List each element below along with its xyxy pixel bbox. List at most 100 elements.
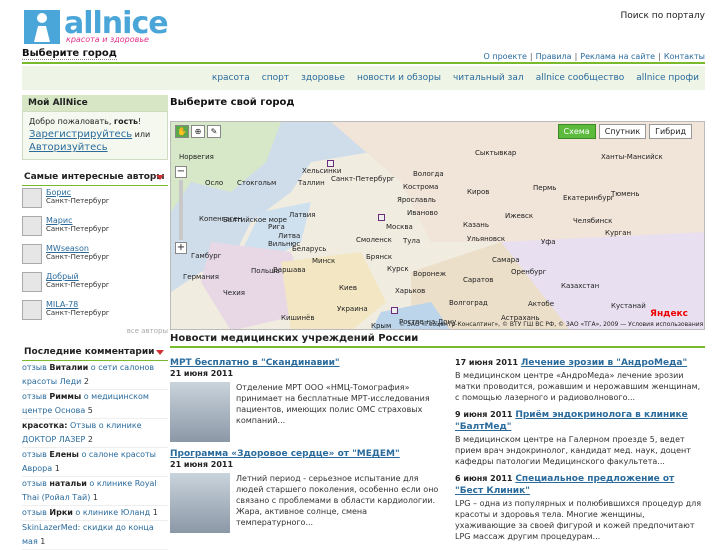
nav-sport[interactable]: спорт: [256, 73, 295, 83]
all-authors-link[interactable]: все авторы: [22, 327, 168, 335]
map-label: Иваново: [407, 209, 438, 217]
link-contacts[interactable]: Контакты: [664, 52, 705, 61]
map-label: Тюмень: [611, 190, 640, 198]
comment-kind: SkinLazerMed:: [22, 523, 81, 532]
authors-section-title[interactable]: Самые интересные авторы: [22, 172, 168, 186]
map-label: Саратов: [463, 276, 494, 284]
logo-tagline: красота и здоровье: [66, 35, 149, 44]
allnice-logo[interactable]: allnice красота и здоровье: [22, 6, 172, 46]
map-label: Киев: [339, 284, 357, 292]
comments-section-title[interactable]: Последние комментарии: [22, 347, 168, 361]
author-name[interactable]: Добрый: [46, 272, 110, 281]
city-selector[interactable]: Выберите город: [22, 48, 117, 60]
login-link[interactable]: Авторизуйтесь: [29, 142, 108, 153]
comment-item[interactable]: отзыв натальи о клинике Royal Thai (Ройал…: [22, 477, 168, 506]
news-item: 9 июня 2011 Приём эндокринолога в клиник…: [455, 409, 705, 467]
comment-subject-2[interactable]: Аврора: [22, 464, 52, 473]
nav-beauty[interactable]: красота: [206, 73, 256, 83]
mode-scheme-button[interactable]: Схема: [557, 124, 596, 139]
author-name[interactable]: Борис: [46, 188, 110, 197]
link-about[interactable]: О проекте: [484, 52, 527, 61]
link-rules[interactable]: Правила: [536, 52, 572, 61]
comment-count: 1: [152, 508, 158, 517]
top-links: О проекте | Правила | Реклама на сайте | Конта…: [483, 52, 705, 61]
collapse-arrow-icon[interactable]: [156, 175, 164, 180]
logo-figure-icon: [24, 10, 60, 44]
comment-item[interactable]: SkinLazerMed: скидки до конца мая 1: [22, 521, 168, 550]
news-image[interactable]: [170, 382, 230, 442]
map-label: Ярославль: [397, 196, 436, 204]
author-item[interactable]: Марис Санкт-Петербург: [22, 216, 168, 242]
author-name[interactable]: Марис: [46, 216, 110, 225]
news-text: В медицинском центре на Галерном проезде…: [455, 435, 691, 466]
comment-subject[interactable]: о салоне красоты: [81, 450, 156, 459]
comment-subject-2[interactable]: красоты Леди: [22, 377, 81, 386]
author-name[interactable]: MILA-78: [46, 300, 110, 309]
news-item: 17 июня 2011 Лечение эрозии в "АндроМеда…: [455, 357, 705, 403]
zoom-slider[interactable]: [179, 180, 183, 240]
news-image[interactable]: [170, 473, 230, 533]
comment-item[interactable]: отзыв Риммы о медицинском центре Основа 5: [22, 390, 168, 419]
comment-subject-2[interactable]: центре Основа: [22, 406, 85, 415]
comment-item[interactable]: отзыв Ирки о клинике Юланд 1: [22, 506, 168, 521]
comment-subject[interactable]: о клинике Royal: [89, 479, 156, 488]
mode-satellite-button[interactable]: Спутник: [598, 124, 647, 139]
nav-pro[interactable]: allnice профи: [630, 73, 705, 83]
comment-item[interactable]: отзыв Елены о салоне красоты Аврора 1: [22, 448, 168, 477]
author-item[interactable]: MILA-78 Санкт-Петербург: [22, 300, 168, 326]
author-name[interactable]: MWseason: [46, 244, 110, 253]
news-column-left: МРТ бесплатно в "Скандинавии" 21 июня 20…: [170, 357, 440, 539]
map-label: Тула: [403, 237, 421, 245]
comment-subject-2[interactable]: ДОКТОР ЛАЗЕР: [22, 435, 85, 444]
map-label: Пермь: [533, 184, 557, 192]
zoom-in-button[interactable]: +: [175, 242, 187, 254]
hand-tool-icon[interactable]: ✋: [175, 125, 189, 138]
map-label: Варшава: [273, 266, 306, 274]
map-label: Германия: [183, 273, 219, 281]
author-city: Санкт-Петербург: [46, 225, 110, 233]
city-marker-icon[interactable]: [378, 214, 385, 221]
link-ads[interactable]: Реклама на сайте: [580, 52, 655, 61]
comment-count: 1: [54, 464, 60, 473]
author-city: Санкт-Петербург: [46, 253, 110, 261]
collapse-arrow-icon[interactable]: [156, 350, 164, 355]
author-item[interactable]: MWseason Санкт-Петербург: [22, 244, 168, 270]
map-label: Уфа: [541, 238, 556, 246]
city-map[interactable]: ✋ ⊕ ✎ Схема Спутник Гибрид − + Норвегия …: [170, 121, 705, 330]
news-title-link[interactable]: МРТ бесплатно в "Скандинавии": [170, 357, 440, 369]
comment-subject[interactable]: о сети салонов: [91, 363, 154, 372]
comment-item[interactable]: красотка: Отзыв о клинике ДОКТОР ЛАЗЕР 2: [22, 419, 168, 448]
ruler-icon[interactable]: ✎: [207, 125, 221, 138]
nav-community[interactable]: allnice сообщество: [530, 73, 631, 83]
map-label: Кустанай: [611, 302, 646, 310]
nav-reading[interactable]: читальный зал: [447, 73, 530, 83]
zoom-area-icon[interactable]: ⊕: [191, 125, 205, 138]
nav-news[interactable]: новости и обзоры: [351, 73, 447, 83]
comment-subject[interactable]: о медицинском: [84, 392, 149, 401]
news-title-link[interactable]: Программа «Здоровое сердце» от "МЕДЕМ": [170, 448, 440, 460]
comment-item[interactable]: отзыв Виталии о сети салонов красоты Леди…: [22, 361, 168, 390]
comment-subject-2[interactable]: Thai (Ройал Тай): [22, 493, 90, 502]
mode-hybrid-button[interactable]: Гибрид: [649, 124, 692, 139]
map-label: Казахстан: [561, 282, 600, 290]
comment-subject[interactable]: о клинике Юланд: [75, 508, 150, 517]
news-title-link[interactable]: Лечение эрозии в "АндроМеда": [521, 358, 687, 368]
register-link[interactable]: Зарегистрируйтесь: [29, 129, 132, 140]
nav-health[interactable]: здоровье: [295, 73, 351, 83]
comment-subject[interactable]: Отзыв о клинике: [70, 421, 142, 430]
comments-list: отзыв Виталии о сети салонов красоты Леди…: [22, 361, 168, 550]
comment-count: 5: [87, 406, 93, 415]
city-marker-icon[interactable]: [391, 307, 398, 314]
author-item[interactable]: Добрый Санкт-Петербург: [22, 272, 168, 298]
portal-search-link[interactable]: Поиск по порталу: [620, 11, 705, 21]
header-divider: [22, 62, 705, 64]
city-marker-icon[interactable]: [327, 160, 334, 167]
map-label: Кишинёв: [281, 314, 315, 322]
map-label: Литва: [278, 232, 301, 240]
comment-author: натальи: [49, 479, 87, 488]
zoom-out-button[interactable]: −: [175, 166, 187, 178]
author-item[interactable]: Борис Санкт-Петербург: [22, 188, 168, 214]
yandex-logo[interactable]: Яндекс: [650, 309, 688, 319]
news-column-right: 17 июня 2011 Лечение эрозии в "АндроМеда…: [455, 357, 705, 548]
map-label: Екатеринбург: [563, 194, 615, 202]
